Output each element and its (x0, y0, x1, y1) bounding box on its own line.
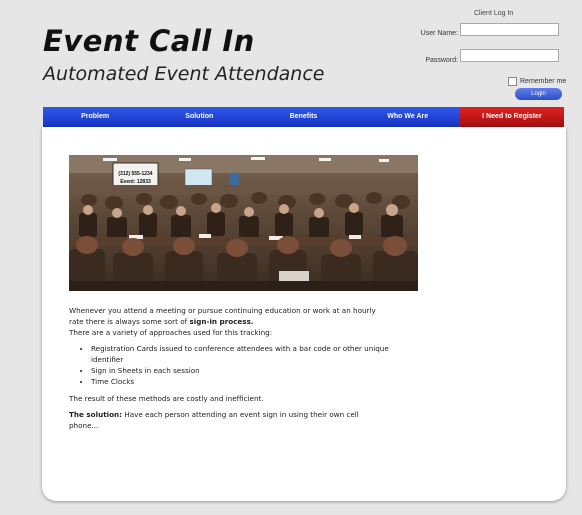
conference-photo: (312) 555-1234 Event: 12833 (69, 155, 418, 291)
password-input[interactable] (460, 49, 559, 62)
screen-phone-text: (312) 555-1234 (118, 171, 152, 177)
tracking-methods-list: Registration Cards issued to conference … (69, 344, 389, 387)
conference-photo-illustration: (312) 555-1234 Event: 12833 (69, 155, 418, 291)
solution-paragraph: The solution: Have each person attending… (69, 410, 389, 432)
username-input[interactable] (460, 23, 559, 36)
login-button[interactable]: Login (515, 88, 562, 100)
nav-who-we-are[interactable]: Who We Are (355, 107, 460, 127)
solution-label: The solution: (69, 410, 123, 420)
screen-event-text: Event: 12833 (120, 179, 151, 185)
nav-benefits[interactable]: Benefits (251, 107, 356, 127)
sign-in-process-highlight: sign-in process. (189, 316, 254, 326)
list-item: Time Clocks (91, 377, 389, 388)
intro-text: Whenever you attend a meeting or pursue … (69, 306, 389, 438)
result-paragraph: The result of these methods are costly a… (69, 393, 264, 403)
nav-solution[interactable]: Solution (147, 107, 252, 127)
nav-register[interactable]: I Need to Register (459, 107, 565, 127)
list-item: Sign in Sheets in each session (91, 366, 389, 377)
intro-tracking-text: There are a variety of approaches used f… (69, 327, 273, 337)
content-panel: (312) 555-1234 Event: 12833 Whenever you… (42, 127, 566, 501)
login-title: Client Log In (474, 10, 514, 17)
remember-checkbox[interactable] (508, 77, 517, 86)
remember-label: Remember me (520, 78, 567, 85)
page-title: Event Call In (43, 24, 255, 58)
intro-paragraph: Whenever you attend a meeting or pursue … (69, 306, 389, 338)
username-label: User Name: (420, 30, 458, 37)
list-item: Registration Cards issued to conference … (91, 344, 389, 366)
page-subtitle: Automated Event Attendance (43, 63, 325, 85)
remember-me[interactable]: Remember me (508, 77, 566, 86)
main-nav: Problem Solution Benefits Who We Are I N… (43, 107, 565, 127)
nav-problem[interactable]: Problem (43, 107, 148, 127)
password-label: Password: (425, 57, 458, 64)
